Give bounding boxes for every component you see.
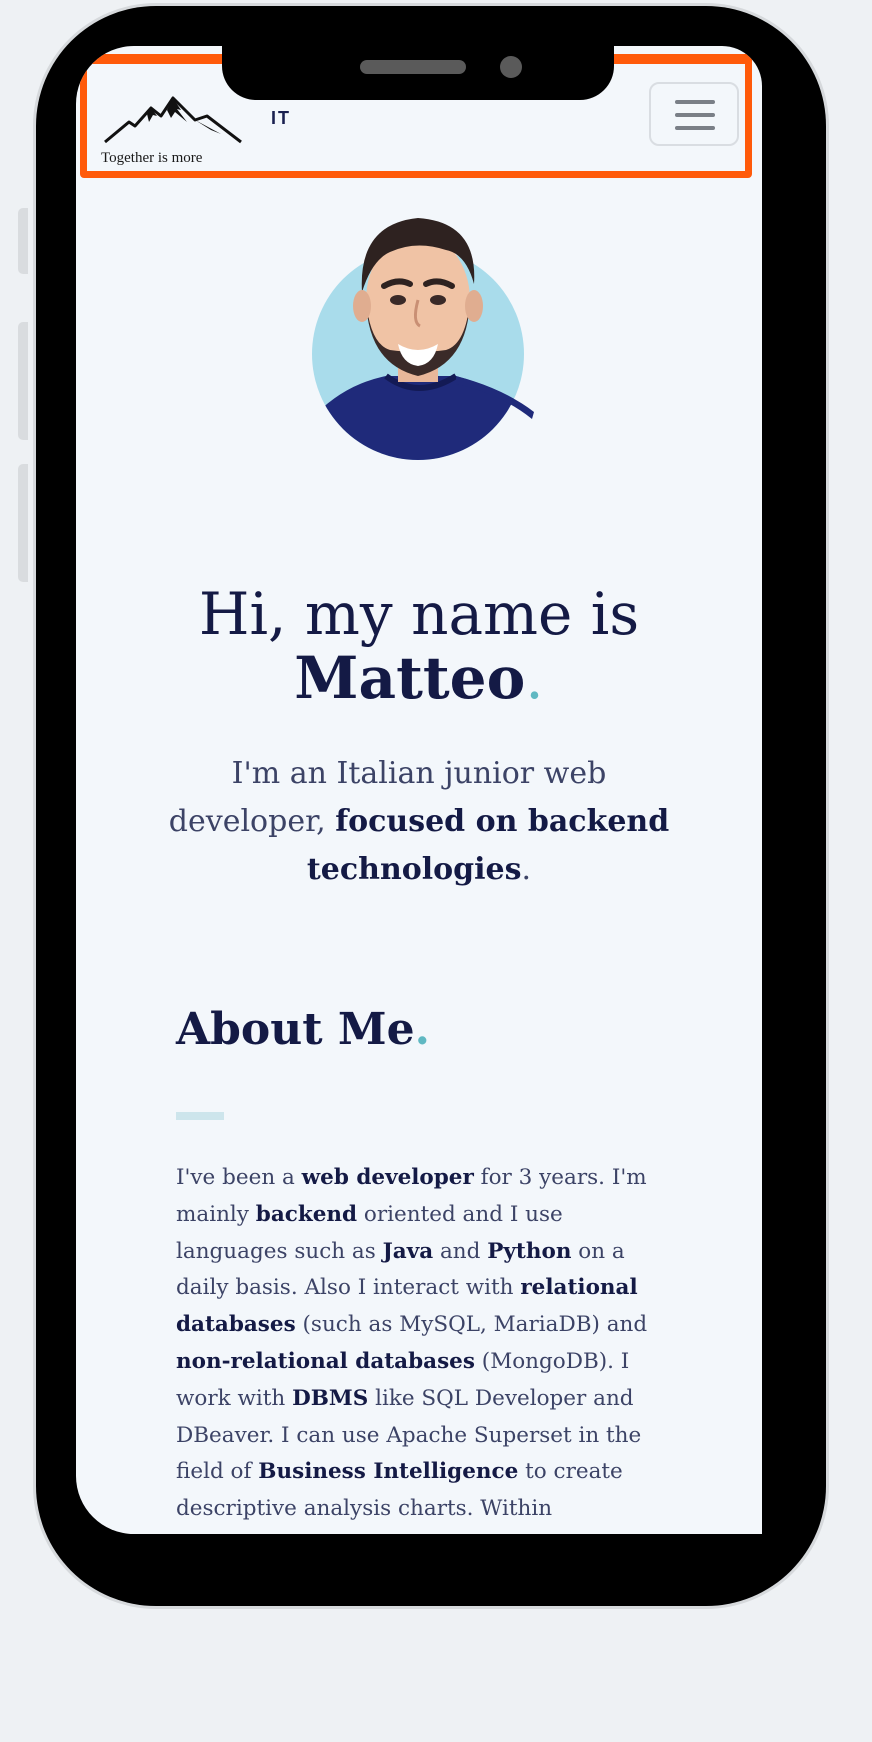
about-text-run: (such as MySQL, MariaDB) and xyxy=(295,1312,648,1338)
hero-subtitle-end: . xyxy=(521,852,532,887)
hero-title: Hi, my name is Matteo. xyxy=(76,582,762,710)
phone-screen: Together is more IT Hi, my name is Matte… xyxy=(76,46,762,1534)
about-text-run: and xyxy=(433,1238,488,1264)
hamburger-icon-bar xyxy=(675,126,715,130)
hero-subtitle-highlight: focused on backend technologies xyxy=(306,804,670,887)
about-keyword: Java xyxy=(382,1238,434,1264)
camera-icon xyxy=(500,56,522,78)
about-keyword: backend xyxy=(255,1201,358,1227)
phone-notch xyxy=(222,46,614,100)
speaker-icon xyxy=(360,60,466,74)
phone-side-button-3 xyxy=(18,464,28,582)
brand-suffix[interactable]: IT xyxy=(271,108,291,129)
avatar xyxy=(306,204,546,474)
hero-name-period: . xyxy=(525,644,544,712)
about-keyword: non-relational databases xyxy=(176,1348,475,1374)
about-keyword: Python xyxy=(487,1238,572,1264)
hero-name: Matteo xyxy=(294,644,526,712)
about-heading-period: . xyxy=(414,1004,430,1055)
menu-toggle-button[interactable] xyxy=(649,82,739,146)
hero-subtitle: I'm an Italian junior web developer, foc… xyxy=(166,750,672,894)
about-paragraph: I've been a web developer for 3 years. I… xyxy=(176,1160,666,1528)
about-divider xyxy=(176,1112,224,1120)
hero-greeting: Hi, my name is xyxy=(198,580,640,648)
site-logo[interactable]: Together is more xyxy=(101,82,251,166)
logo-tagline: Together is more xyxy=(101,150,203,166)
hamburger-icon-bar xyxy=(675,113,715,117)
avatar-illustration xyxy=(312,218,534,460)
about-keyword: Business Intelligence xyxy=(258,1459,519,1485)
phone-side-button-1 xyxy=(18,208,28,274)
about-keyword: DBMS xyxy=(292,1385,369,1411)
about-keyword: web developer xyxy=(301,1165,474,1190)
about-text-run: I've been a xyxy=(176,1165,302,1190)
about-heading: About Me. xyxy=(176,1004,430,1055)
hamburger-icon xyxy=(675,100,715,104)
phone-side-button-2 xyxy=(18,322,28,440)
mountain-logo-icon xyxy=(104,96,242,144)
about-heading-text: About Me xyxy=(176,1004,415,1055)
